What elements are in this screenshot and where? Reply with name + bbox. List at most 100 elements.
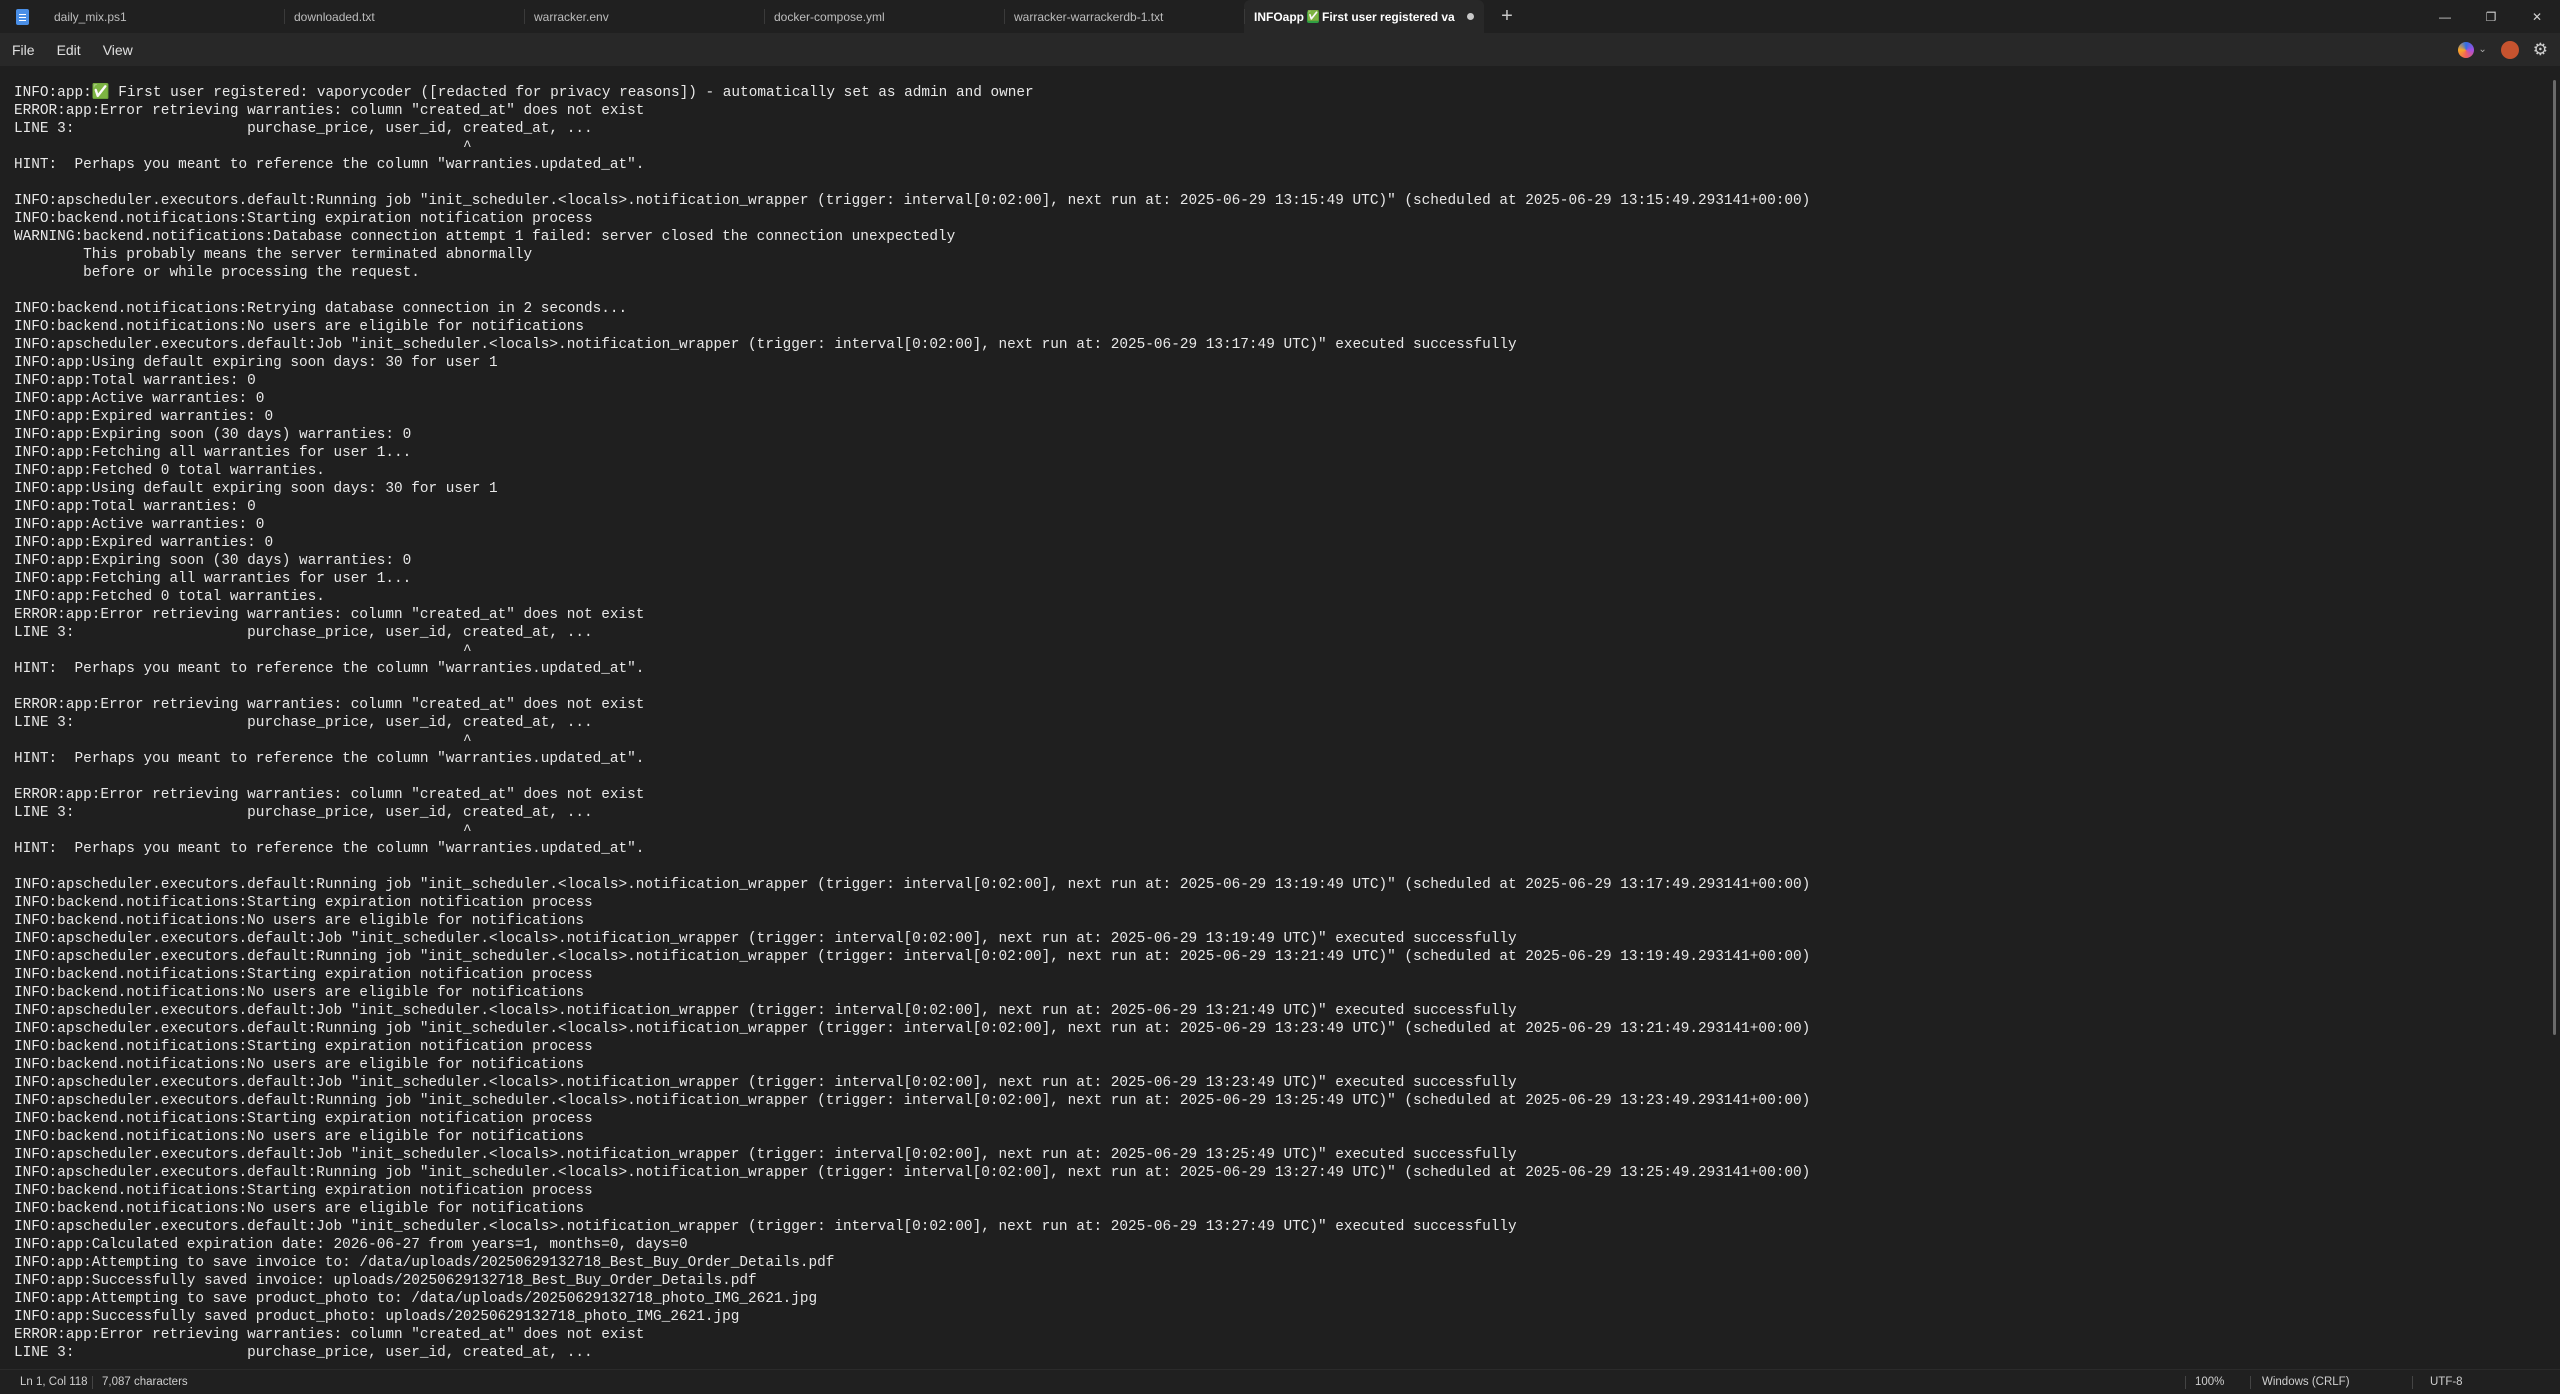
editor-line[interactable]: ^ (14, 732, 1810, 750)
new-tab-button[interactable]: + (1484, 0, 1530, 33)
editor-line[interactable]: ERROR:app:Error retrieving warranties: c… (14, 786, 1810, 804)
editor-line[interactable]: INFO:apscheduler.executors.default:Job "… (14, 1146, 1810, 1164)
text-editor[interactable]: INFO:app:✅ First user registered: vapory… (0, 66, 2560, 1369)
editor-line[interactable]: INFO:backend.notifications:Starting expi… (14, 1038, 1810, 1056)
editor-line[interactable] (14, 768, 1810, 786)
unsaved-dot-icon[interactable] (1467, 13, 1474, 20)
editor-line[interactable] (14, 858, 1810, 876)
maximize-button[interactable]: ❐ (2468, 0, 2514, 33)
editor-line[interactable]: INFO:app:Attempting to save product_phot… (14, 1290, 1810, 1308)
editor-line[interactable]: INFO:apscheduler.executors.default:Runni… (14, 876, 1810, 894)
editor-line[interactable]: INFO:backend.notifications:No users are … (14, 984, 1810, 1002)
tab-daily-mix[interactable]: daily_mix.ps1 (44, 0, 284, 33)
status-bar: Ln 1, Col 118 7,087 characters 100% Wind… (0, 1369, 2560, 1394)
minimize-button[interactable]: — (2422, 0, 2468, 33)
editor-line[interactable]: INFO:backend.notifications:Starting expi… (14, 1110, 1810, 1128)
editor-text[interactable]: INFO:app:✅ First user registered: vapory… (14, 84, 1810, 1362)
menu-file[interactable]: File (0, 42, 46, 58)
line-ending[interactable]: Windows (CRLF) (2262, 1376, 2350, 1388)
editor-line[interactable]: INFO:apscheduler.executors.default:Runni… (14, 1092, 1810, 1110)
editor-line[interactable]: LINE 3: purchase_price, user_id, created… (14, 120, 1810, 138)
editor-line[interactable]: HINT: Perhaps you meant to reference the… (14, 156, 1810, 174)
menu-bar: File Edit View ⌄ ⚙ (0, 33, 2560, 66)
tab-warrackerdb-log[interactable]: warracker-warrackerdb-1.txt (1004, 0, 1244, 33)
editor-line[interactable]: LINE 3: purchase_price, user_id, created… (14, 714, 1810, 732)
tab-label: docker-compose.yml (774, 9, 885, 24)
editor-line[interactable]: ERROR:app:Error retrieving warranties: c… (14, 1326, 1810, 1344)
editor-line[interactable]: INFO:apscheduler.executors.default:Runni… (14, 192, 1810, 210)
editor-line[interactable]: INFO:app:Expiring soon (30 days) warrant… (14, 426, 1810, 444)
editor-line[interactable]: INFO:apscheduler.executors.default:Job "… (14, 930, 1810, 948)
editor-line[interactable]: HINT: Perhaps you meant to reference the… (14, 660, 1810, 678)
editor-line[interactable]: INFO:apscheduler.executors.default:Job "… (14, 1218, 1810, 1236)
editor-line[interactable]: INFO:app:Fetching all warranties for use… (14, 570, 1810, 588)
editor-line[interactable]: INFO:app:Fetched 0 total warranties. (14, 462, 1810, 480)
editor-line[interactable]: INFO:app:Attempting to save invoice to: … (14, 1254, 1810, 1272)
editor-line[interactable]: ^ (14, 822, 1810, 840)
editor-line[interactable]: ERROR:app:Error retrieving warranties: c… (14, 606, 1810, 624)
tab-warracker-env[interactable]: warracker.env (524, 0, 764, 33)
avatar-icon[interactable] (2500, 40, 2519, 59)
editor-line[interactable]: This probably means the server terminate… (14, 246, 1810, 264)
editor-line[interactable] (14, 282, 1810, 300)
editor-line[interactable]: INFO:apscheduler.executors.default:Job "… (14, 336, 1810, 354)
editor-line[interactable]: INFO:backend.notifications:No users are … (14, 1056, 1810, 1074)
tab-active-untitled[interactable]: INFOapp ✅ First user registered va (1244, 0, 1484, 33)
editor-line[interactable]: HINT: Perhaps you meant to reference the… (14, 840, 1810, 858)
editor-line[interactable]: INFO:app:Using default expiring soon day… (14, 354, 1810, 372)
tab-downloaded[interactable]: downloaded.txt (284, 0, 524, 33)
editor-line[interactable]: INFO:apscheduler.executors.default:Job "… (14, 1074, 1810, 1092)
editor-line[interactable]: INFO:backend.notifications:No users are … (14, 318, 1810, 336)
editor-line[interactable]: INFO:backend.notifications:No users are … (14, 1128, 1810, 1146)
notepad-icon (0, 0, 44, 33)
editor-line[interactable]: INFO:app:Expired warranties: 0 (14, 408, 1810, 426)
editor-line[interactable]: INFO:app:✅ First user registered: vapory… (14, 84, 1810, 102)
tab-docker-compose[interactable]: docker-compose.yml (764, 0, 1004, 33)
vertical-scrollbar[interactable] (2553, 80, 2556, 1035)
editor-line[interactable]: INFO:app:Fetching all warranties for use… (14, 444, 1810, 462)
editor-line[interactable] (14, 174, 1810, 192)
editor-line[interactable]: INFO:app:Using default expiring soon day… (14, 480, 1810, 498)
editor-line[interactable]: INFO:backend.notifications:No users are … (14, 912, 1810, 930)
editor-line[interactable]: LINE 3: purchase_price, user_id, created… (14, 804, 1810, 822)
editor-line[interactable]: INFO:app:Total warranties: 0 (14, 372, 1810, 390)
editor-line[interactable]: INFO:backend.notifications:Starting expi… (14, 210, 1810, 228)
editor-line[interactable]: INFO:apscheduler.executors.default:Runni… (14, 1164, 1810, 1182)
chevron-down-icon[interactable]: ⌄ (2478, 44, 2486, 55)
editor-line[interactable]: INFO:app:Expiring soon (30 days) warrant… (14, 552, 1810, 570)
editor-line[interactable]: INFO:backend.notifications:Retrying data… (14, 300, 1810, 318)
editor-line[interactable]: LINE 3: purchase_price, user_id, created… (14, 624, 1810, 642)
menu-edit[interactable]: Edit (46, 42, 92, 58)
editor-line[interactable]: INFO:apscheduler.executors.default:Job "… (14, 1002, 1810, 1020)
editor-line[interactable]: INFO:app:Calculated expiration date: 202… (14, 1236, 1810, 1254)
editor-line[interactable]: INFO:backend.notifications:Starting expi… (14, 894, 1810, 912)
zoom-level[interactable]: 100% (2195, 1376, 2224, 1388)
editor-line[interactable]: INFO:app:Successfully saved product_phot… (14, 1308, 1810, 1326)
editor-line[interactable]: ERROR:app:Error retrieving warranties: c… (14, 696, 1810, 714)
editor-line[interactable]: INFO:apscheduler.executors.default:Runni… (14, 948, 1810, 966)
editor-line[interactable]: ^ (14, 642, 1810, 660)
editor-line[interactable]: INFO:app:Active warranties: 0 (14, 390, 1810, 408)
editor-line[interactable]: INFO:app:Active warranties: 0 (14, 516, 1810, 534)
character-count: 7,087 characters (102, 1376, 188, 1388)
gear-icon[interactable]: ⚙ (2533, 40, 2548, 60)
editor-line[interactable]: LINE 3: purchase_price, user_id, created… (14, 1344, 1810, 1362)
editor-line[interactable]: INFO:app:Successfully saved invoice: upl… (14, 1272, 1810, 1290)
editor-line[interactable]: HINT: Perhaps you meant to reference the… (14, 750, 1810, 768)
editor-line[interactable]: ERROR:app:Error retrieving warranties: c… (14, 102, 1810, 120)
editor-line[interactable]: INFO:backend.notifications:Starting expi… (14, 1182, 1810, 1200)
editor-line[interactable]: INFO:apscheduler.executors.default:Runni… (14, 1020, 1810, 1038)
close-button[interactable]: ✕ (2514, 0, 2560, 33)
editor-line[interactable] (14, 678, 1810, 696)
editor-line[interactable]: INFO:app:Expired warranties: 0 (14, 534, 1810, 552)
encoding[interactable]: UTF-8 (2430, 1376, 2463, 1388)
copilot-icon[interactable] (2458, 41, 2475, 58)
menu-view[interactable]: View (92, 42, 144, 58)
editor-line[interactable]: INFO:app:Fetched 0 total warranties. (14, 588, 1810, 606)
editor-line[interactable]: WARNING:backend.notifications:Database c… (14, 228, 1810, 246)
editor-line[interactable]: ^ (14, 138, 1810, 156)
editor-line[interactable]: INFO:backend.notifications:No users are … (14, 1200, 1810, 1218)
editor-line[interactable]: before or while processing the request. (14, 264, 1810, 282)
editor-line[interactable]: INFO:app:Total warranties: 0 (14, 498, 1810, 516)
editor-line[interactable]: INFO:backend.notifications:Starting expi… (14, 966, 1810, 984)
